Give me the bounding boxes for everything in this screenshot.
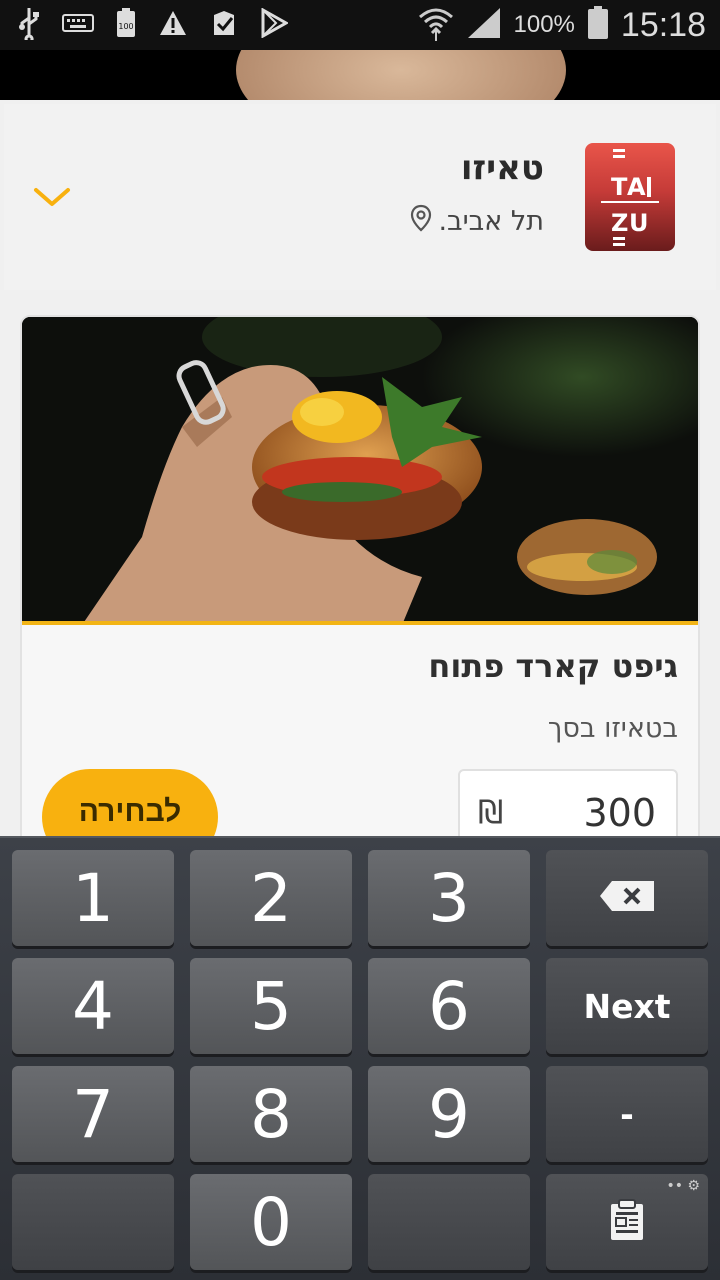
warning-icon	[158, 9, 188, 41]
key-4[interactable]: 4	[12, 958, 174, 1054]
numeric-keyboard: 1 2 3 4 5 6 Next 7 8 9 - 0 •• ⚙	[0, 836, 720, 1280]
location-text: תל אביב.	[438, 206, 544, 237]
blank-key-2[interactable]	[368, 1174, 530, 1270]
gift-card: גיפט קארד פתוח בטאיזו בסך 300 ₪ לבחירה	[20, 315, 700, 875]
backspace-icon	[598, 879, 656, 917]
svg-text:A: A	[627, 173, 646, 201]
accent-divider	[22, 621, 698, 625]
currency-symbol: ₪	[478, 793, 504, 831]
dash-key[interactable]: -	[546, 1066, 708, 1162]
banner-image	[0, 50, 720, 100]
key-0[interactable]: 0	[190, 1174, 352, 1270]
key-6[interactable]: 6	[368, 958, 530, 1054]
wifi-icon	[418, 5, 454, 45]
key-1[interactable]: 1	[12, 850, 174, 946]
play-store-icon	[260, 7, 290, 42]
restaurant-location: תל אביב.	[410, 204, 544, 239]
svg-text:Z: Z	[611, 209, 628, 237]
key-8[interactable]: 8	[190, 1066, 352, 1162]
battery-percent: 100%	[513, 11, 575, 38]
svg-text:U: U	[629, 209, 649, 237]
battery-icon	[587, 6, 609, 44]
key-2[interactable]: 2	[190, 850, 352, 946]
next-key[interactable]: Next	[546, 958, 708, 1054]
clipboard-key[interactable]: •• ⚙	[546, 1174, 708, 1270]
signal-icon	[466, 6, 502, 44]
clock: 15:18	[620, 5, 706, 44]
restaurant-header[interactable]: T A Z U טאיזו תל אביב.	[4, 104, 716, 290]
key-5[interactable]: 5	[190, 958, 352, 1054]
key-3[interactable]: 3	[368, 850, 530, 946]
restaurant-logo: T A Z U	[585, 143, 675, 251]
clipboard-icon	[607, 1198, 647, 1246]
chevron-down-icon[interactable]	[32, 182, 72, 212]
task-check-icon	[210, 9, 238, 41]
battery-full-small-icon: 100	[116, 8, 136, 42]
location-pin-icon	[410, 204, 432, 239]
food-photo	[22, 317, 698, 625]
restaurant-name: טאיזו	[460, 148, 544, 188]
amount-value: 300	[583, 791, 656, 835]
svg-text:100: 100	[118, 22, 133, 31]
status-bar: 100 100% 15:18	[0, 0, 720, 50]
svg-text:T: T	[611, 173, 628, 201]
key-7[interactable]: 7	[12, 1066, 174, 1162]
blank-key[interactable]	[12, 1174, 174, 1270]
usb-icon	[18, 6, 40, 44]
card-subtitle: בטאיזו בסך	[547, 713, 678, 744]
backspace-key[interactable]	[546, 850, 708, 946]
settings-gear-icon: •• ⚙	[666, 1178, 700, 1194]
card-title: גיפט קארד פתוח	[428, 647, 678, 685]
key-9[interactable]: 9	[368, 1066, 530, 1162]
keyboard-icon	[62, 12, 94, 38]
